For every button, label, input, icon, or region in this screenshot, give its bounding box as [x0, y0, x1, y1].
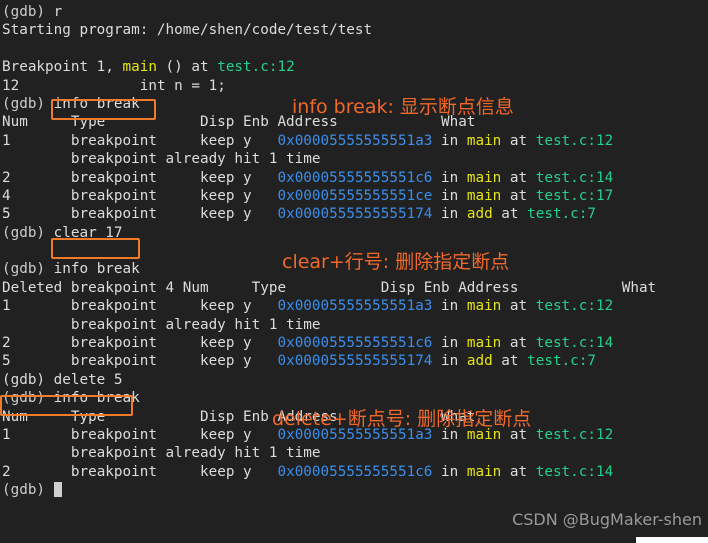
terminal-line: (gdb) info break: [2, 389, 708, 407]
breakpoint-hit-text: Breakpoint 1,: [2, 59, 123, 76]
command-clear: clear 17: [53, 224, 123, 241]
gdb-prompt: (gdb): [2, 4, 54, 20]
breakpoint-row: 2 breakpoint keep y 0x00005555555551c6 i…: [2, 169, 614, 186]
bp-disp-enb: keep y: [200, 463, 252, 480]
bp-type: breakpoint: [70, 353, 157, 370]
annotation-delete: delete+断点号: 删除指定断点: [272, 408, 532, 430]
bp-num: 1: [2, 426, 11, 443]
bp-type: breakpoint: [70, 335, 157, 352]
breakpoint-row: 2 breakpoint keep y 0x00005555555551c6 i…: [2, 335, 614, 352]
csdn-watermark: CSDN @BugMaker-shen: [512, 509, 702, 529]
breakpoint-hitcount: breakpoint already hit 1 time: [2, 445, 321, 462]
command-text: info break: [53, 390, 140, 407]
text-cursor: [53, 482, 63, 498]
bp-location: test.c:12: [535, 298, 614, 315]
gdb-prompt: (gdb): [2, 390, 54, 407]
breakpoint-row: 5 breakpoint keep y 0x0000555555555174 i…: [2, 206, 596, 223]
bp-disp-enb: keep y: [200, 132, 252, 149]
breakpoint-hitcount: breakpoint already hit 1 time: [2, 151, 321, 168]
bp-disp-enb: keep y: [200, 169, 252, 186]
gdb-prompt: (gdb): [2, 261, 54, 278]
bp-function: main: [466, 187, 502, 204]
command-info-break: info break: [53, 95, 140, 112]
bp-disp-enb: keep y: [200, 353, 252, 370]
bp-function: main: [466, 132, 502, 149]
bp-num: 5: [2, 353, 11, 370]
bp-type: breakpoint: [70, 169, 157, 186]
breakpoint-hitcount: breakpoint already hit 1 time: [2, 316, 321, 333]
annotation-clear: clear+行号: 删除指定断点: [282, 251, 510, 273]
bp-num: 2: [2, 335, 11, 352]
bp-address: 0x00005555555551a3: [277, 298, 433, 315]
bp-address: 0x00005555555551c6: [277, 463, 433, 480]
bp-disp-enb: keep y: [200, 298, 252, 315]
gdb-terminal[interactable]: (gdb) r Starting program: /home/shen/cod…: [0, 0, 708, 543]
breakpoint-row: 5 breakpoint keep y 0x0000555555555174 i…: [2, 353, 596, 370]
gdb-prompt: (gdb): [2, 224, 54, 241]
breakpoint-row: 2 breakpoint keep y 0x00005555555551c6 i…: [2, 463, 614, 480]
annotation-info-break: info break: 显示断点信息: [292, 96, 514, 118]
bp-num: 2: [2, 169, 11, 186]
function-name: main: [122, 59, 157, 76]
command-text: info break: [53, 261, 140, 278]
corner-strip: [636, 537, 708, 543]
terminal-line: Starting program: /home/shen/code/test/t…: [2, 21, 708, 39]
terminal-line: Breakpoint 1, main () at test.c:12: [2, 58, 708, 76]
bp-type: breakpoint: [70, 187, 157, 204]
bp-function: main: [466, 169, 502, 186]
bp-location: test.c:14: [535, 169, 614, 186]
bp-type: breakpoint: [70, 206, 157, 223]
source-line-text: 12 int n = 1;: [2, 77, 226, 94]
terminal-line: (gdb) clear 17: [2, 224, 708, 242]
source-location: test.c:12: [217, 59, 295, 76]
bp-address: 0x0000555555555174: [277, 206, 433, 223]
bp-function: add: [466, 353, 493, 370]
at-text: () at: [156, 59, 218, 76]
bp-type: breakpoint: [70, 132, 157, 149]
bp-num: 1: [2, 132, 11, 149]
bp-disp-enb: keep y: [200, 206, 252, 223]
command-delete: (gdb) delete 5: [2, 371, 123, 388]
bp-location: test.c:12: [535, 132, 614, 149]
command-text: r: [53, 4, 63, 20]
bp-address: 0x00005555555551ce: [277, 187, 433, 204]
bp-address: 0x0000555555555174: [277, 353, 433, 370]
breakpoint-row: 1 breakpoint keep y 0x00005555555551a3 i…: [2, 132, 614, 149]
bp-location: test.c:17: [535, 187, 614, 204]
bp-function: main: [466, 298, 502, 315]
breakpoint-row: 1 breakpoint keep y 0x00005555555551a3 i…: [2, 298, 614, 315]
terminal-line: (gdb) delete 5: [2, 371, 708, 389]
gdb-prompt: (gdb): [2, 95, 54, 112]
bp-address: 0x00005555555551c6: [277, 169, 433, 186]
bp-disp-enb: keep y: [200, 426, 252, 443]
bp-disp-enb: keep y: [200, 187, 252, 204]
deleted-breakpoint-header: Deleted breakpoint 4 Num Type Disp Enb A…: [2, 279, 657, 296]
bp-disp-enb: keep y: [200, 335, 252, 352]
terminal-source-line: 12 int n = 1;: [2, 77, 708, 95]
bp-num: 4: [2, 187, 11, 204]
bp-address: 0x00005555555551c6: [277, 335, 433, 352]
gdb-prompt: (gdb): [2, 482, 54, 499]
bp-address: 0x00005555555551a3: [277, 132, 433, 149]
bp-num: 5: [2, 206, 11, 223]
terminal-prompt-line[interactable]: (gdb): [2, 481, 708, 499]
bp-function: main: [466, 335, 502, 352]
bp-type: breakpoint: [70, 426, 157, 443]
bp-type: breakpoint: [70, 298, 157, 315]
bp-location: test.c:14: [535, 463, 614, 480]
bp-location: test.c:7: [527, 206, 596, 223]
bp-location: test.c:7: [527, 353, 596, 370]
bp-num: 1: [2, 298, 11, 315]
bp-num: 2: [2, 463, 11, 480]
bp-function: add: [466, 206, 493, 223]
bp-function: main: [466, 463, 502, 480]
breakpoint-row: 4 breakpoint keep y 0x00005555555551ce i…: [2, 187, 614, 204]
bp-location: test.c:12: [535, 426, 614, 443]
terminal-line: (gdb) r: [2, 3, 708, 21]
program-start-text: Starting program: /home/shen/code/test/t…: [2, 22, 373, 39]
bp-type: breakpoint: [70, 463, 157, 480]
bp-location: test.c:14: [535, 335, 614, 352]
